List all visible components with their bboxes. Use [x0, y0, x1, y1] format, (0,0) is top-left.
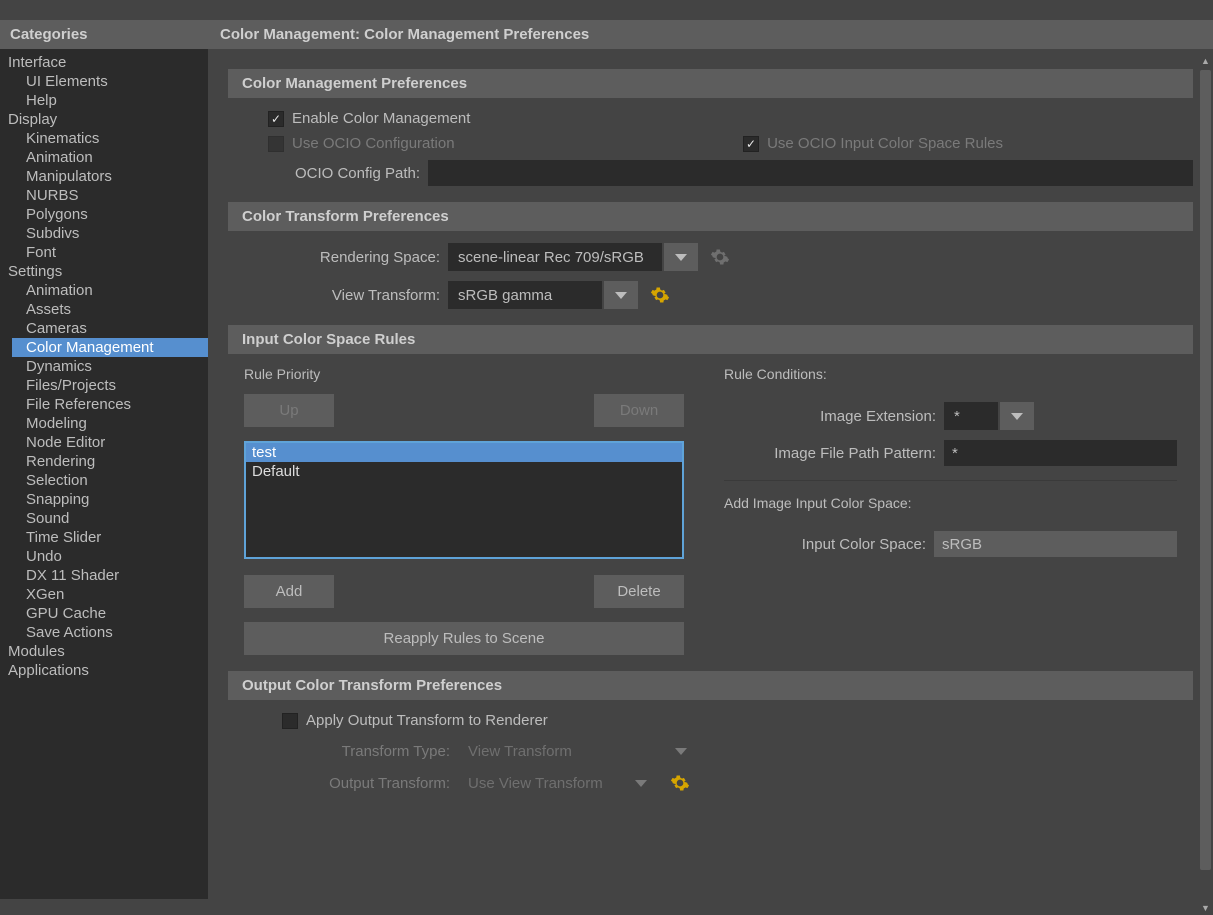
use-ocio-config-checkbox[interactable]: ✓	[268, 136, 284, 152]
content-header: Color Management: Color Management Prefe…	[208, 20, 1213, 49]
section-output-color-transform-prefs: Output Color Transform Preferences	[228, 671, 1193, 700]
apply-output-transform-checkbox[interactable]: ✓	[282, 713, 298, 729]
scroll-up-arrow[interactable]: ▲	[1200, 56, 1211, 66]
reapply-rules-button[interactable]: Reapply Rules to Scene	[244, 622, 684, 655]
section-input-color-space-rules: Input Color Space Rules	[228, 325, 1193, 354]
add-button[interactable]: Add	[244, 575, 334, 608]
transform-type-select[interactable]: View Transform	[458, 737, 662, 765]
add-image-input-colorspace-label: Add Image Input Color Space:	[724, 495, 1177, 511]
rendering-space-dropdown-arrow[interactable]	[664, 243, 698, 271]
category-item[interactable]: DX 11 Shader	[0, 566, 208, 585]
enable-color-management-checkbox[interactable]: ✓	[268, 111, 284, 127]
view-transform-dropdown-arrow[interactable]	[604, 281, 638, 309]
category-item[interactable]: Node Editor	[0, 433, 208, 452]
image-extension-dropdown-arrow[interactable]	[1000, 402, 1034, 430]
ocio-config-path-label: OCIO Config Path:	[268, 165, 428, 182]
category-item[interactable]: Files/Projects	[0, 376, 208, 395]
rendering-space-select[interactable]: scene-linear Rec 709/sRGB	[448, 243, 662, 271]
category-item[interactable]: Cameras	[0, 319, 208, 338]
transform-type-dropdown-arrow[interactable]	[664, 737, 698, 765]
category-item[interactable]: Subdivs	[0, 224, 208, 243]
preferences-content: Color Management: Color Management Prefe…	[208, 20, 1213, 915]
image-extension-label: Image Extension:	[724, 408, 944, 425]
rule-list-item[interactable]: Default	[246, 462, 682, 481]
category-item[interactable]: Assets	[0, 300, 208, 319]
category-item[interactable]: Sound	[0, 509, 208, 528]
scroll-down-arrow[interactable]: ▼	[1200, 903, 1211, 913]
use-ocio-rules-checkbox[interactable]: ✓	[743, 136, 759, 152]
category-item[interactable]: Snapping	[0, 490, 208, 509]
image-file-path-pattern-label: Image File Path Pattern:	[724, 445, 944, 462]
category-item[interactable]: Selection	[0, 471, 208, 490]
category-item[interactable]: Color Management	[12, 338, 208, 357]
rule-list[interactable]: testDefault	[244, 441, 684, 559]
category-item[interactable]: NURBS	[0, 186, 208, 205]
category-group[interactable]: Applications	[0, 661, 208, 680]
section-color-management-prefs: Color Management Preferences	[228, 69, 1193, 98]
category-item[interactable]: XGen	[0, 585, 208, 604]
category-item[interactable]: GPU Cache	[0, 604, 208, 623]
input-color-space-input[interactable]	[934, 531, 1177, 557]
category-item[interactable]: Polygons	[0, 205, 208, 224]
output-transform-label: Output Transform:	[268, 775, 458, 792]
up-button[interactable]: Up	[244, 394, 334, 427]
category-item[interactable]: Kinematics	[0, 129, 208, 148]
gear-icon[interactable]	[710, 247, 730, 267]
category-group[interactable]: Display	[0, 110, 208, 129]
category-item[interactable]: Dynamics	[0, 357, 208, 376]
image-file-path-pattern-input[interactable]	[944, 440, 1177, 466]
vertical-scrollbar[interactable]: ▲ ▼	[1198, 54, 1213, 915]
rule-list-item[interactable]: test	[246, 443, 682, 462]
category-group[interactable]: Interface	[0, 53, 208, 72]
category-item[interactable]: Save Actions	[0, 623, 208, 642]
output-transform-dropdown-arrow[interactable]	[624, 769, 658, 797]
use-ocio-rules-label: Use OCIO Input Color Space Rules	[767, 135, 1003, 152]
category-item[interactable]: File References	[0, 395, 208, 414]
use-ocio-config-label: Use OCIO Configuration	[292, 135, 455, 152]
category-item[interactable]: Time Slider	[0, 528, 208, 547]
rule-conditions-label: Rule Conditions:	[724, 366, 1177, 382]
rule-priority-label: Rule Priority	[244, 366, 684, 382]
input-color-space-label: Input Color Space:	[724, 536, 934, 553]
transform-type-label: Transform Type:	[268, 743, 458, 760]
delete-button[interactable]: Delete	[594, 575, 684, 608]
category-group[interactable]: Modules	[0, 642, 208, 661]
categories-tree: InterfaceUI ElementsHelpDisplayKinematic…	[0, 49, 208, 899]
section-color-transform-prefs: Color Transform Preferences	[228, 202, 1193, 231]
ocio-config-path-input[interactable]	[428, 160, 1193, 186]
output-transform-select[interactable]: Use View Transform	[458, 769, 622, 797]
categories-sidebar: Categories InterfaceUI ElementsHelpDispl…	[0, 20, 208, 915]
enable-color-management-label: Enable Color Management	[292, 110, 470, 127]
category-item[interactable]: Undo	[0, 547, 208, 566]
gear-icon[interactable]	[650, 285, 670, 305]
down-button[interactable]: Down	[594, 394, 684, 427]
view-transform-select[interactable]: sRGB gamma	[448, 281, 602, 309]
category-item[interactable]: Modeling	[0, 414, 208, 433]
scrollbar-thumb[interactable]	[1200, 70, 1211, 870]
category-group[interactable]: Settings	[0, 262, 208, 281]
categories-header: Categories	[0, 20, 208, 49]
category-item[interactable]: Rendering	[0, 452, 208, 471]
category-item[interactable]: UI Elements	[0, 72, 208, 91]
image-extension-select[interactable]: *	[944, 402, 998, 430]
category-item[interactable]: Animation	[0, 148, 208, 167]
view-transform-label: View Transform:	[268, 287, 448, 304]
rendering-space-label: Rendering Space:	[268, 249, 448, 266]
category-item[interactable]: Manipulators	[0, 167, 208, 186]
category-item[interactable]: Font	[0, 243, 208, 262]
apply-output-transform-label: Apply Output Transform to Renderer	[306, 712, 548, 729]
category-item[interactable]: Animation	[0, 281, 208, 300]
gear-icon[interactable]	[670, 773, 690, 793]
category-item[interactable]: Help	[0, 91, 208, 110]
